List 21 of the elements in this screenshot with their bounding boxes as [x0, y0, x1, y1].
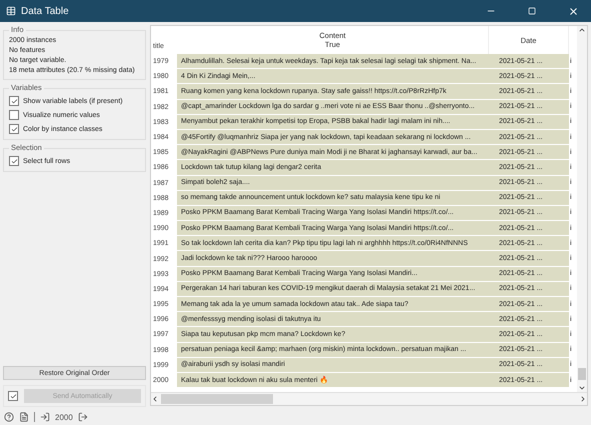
scroll-right-icon[interactable]: [579, 395, 587, 403]
checkbox[interactable]: [9, 124, 19, 134]
scroll-down-icon[interactable]: [578, 384, 586, 392]
window-title: Data Table: [21, 6, 70, 16]
help-icon[interactable]: [4, 412, 14, 422]
report-icon[interactable]: [19, 412, 29, 422]
output-icon[interactable]: [78, 412, 88, 422]
scrollbar-thumb[interactable]: [161, 394, 273, 404]
scroll-up-icon[interactable]: [578, 26, 586, 34]
maximize-icon[interactable]: [528, 7, 536, 15]
vertical-scrollbar[interactable]: [577, 26, 587, 392]
close-icon[interactable]: [568, 6, 578, 16]
table-icon: [6, 6, 16, 16]
checkbox[interactable]: [9, 96, 19, 106]
checkbox[interactable]: [9, 110, 19, 120]
scrollbar-thumb[interactable]: [578, 368, 586, 380]
scroll-left-icon[interactable]: [151, 395, 159, 403]
checkbox[interactable]: [9, 156, 19, 166]
horizontal-scrollbar[interactable]: [151, 392, 587, 405]
input-count: 2000: [55, 412, 73, 422]
input-icon[interactable]: [40, 412, 50, 422]
